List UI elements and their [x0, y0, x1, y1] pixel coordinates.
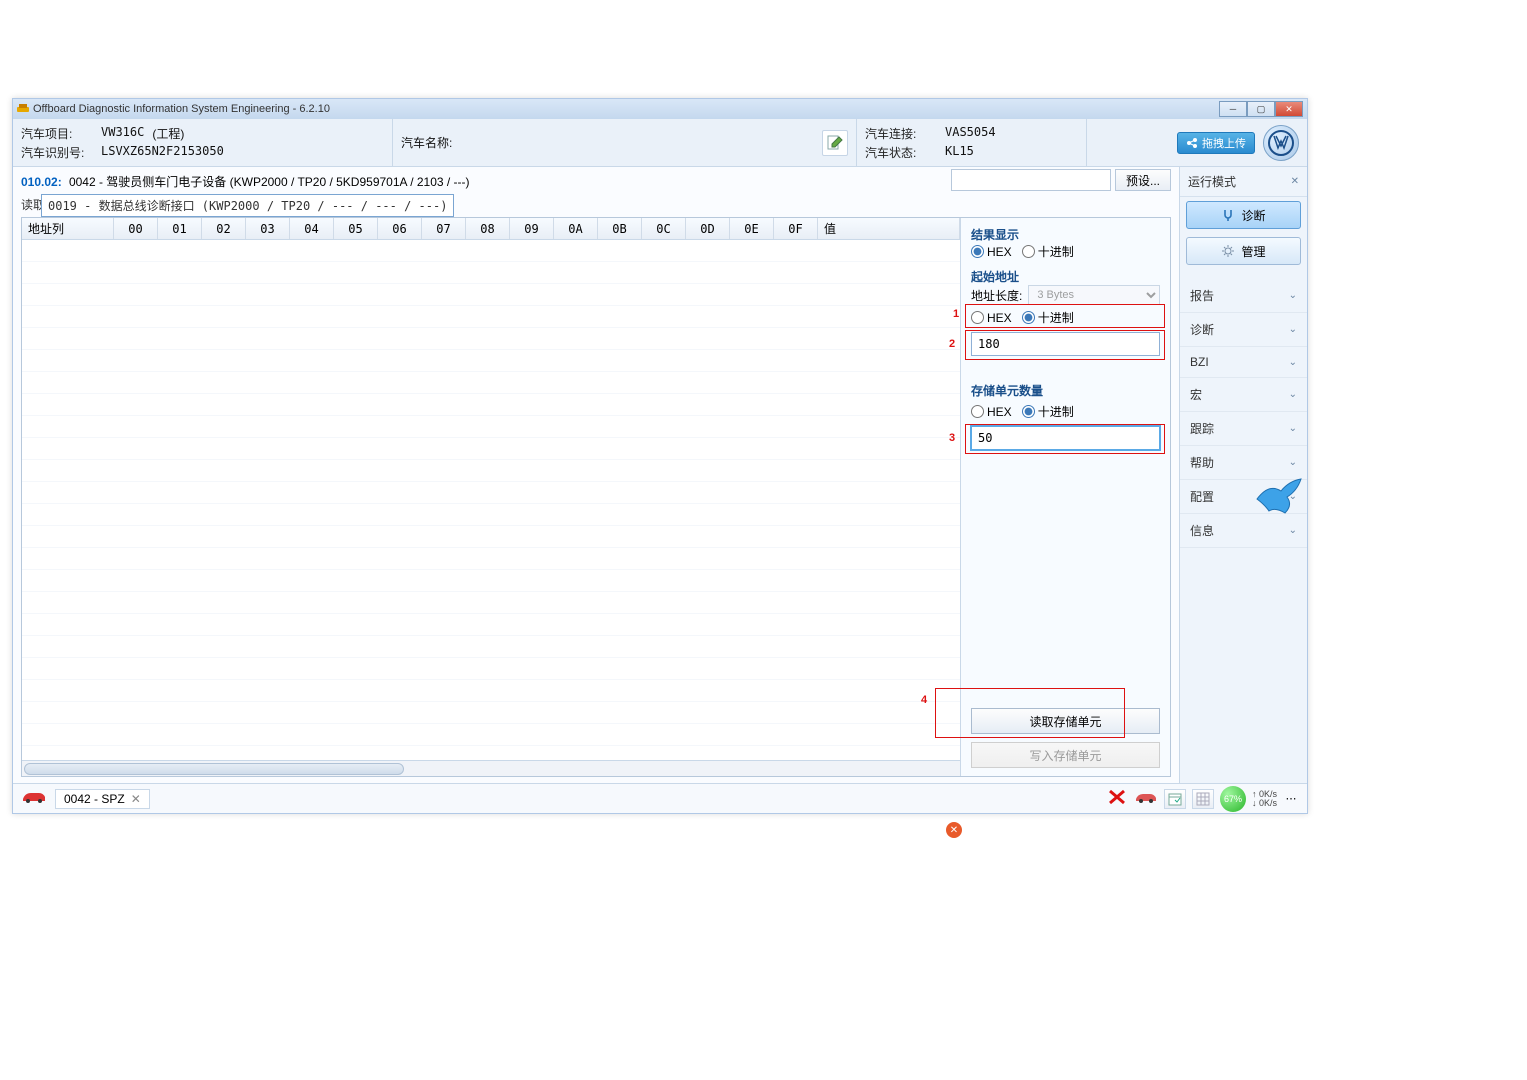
col-04[interactable]: 04	[290, 218, 334, 239]
upload-label: 拖拽上传	[1202, 135, 1246, 151]
col-05[interactable]: 05	[334, 218, 378, 239]
vin-value: LSVXZ65N2F2153050	[101, 144, 224, 161]
result-display-title: 结果显示	[971, 226, 1160, 243]
window-buttons	[1219, 101, 1303, 117]
col-0E[interactable]: 0E	[730, 218, 774, 239]
table-body[interactable]	[22, 240, 960, 760]
col-01[interactable]: 01	[158, 218, 202, 239]
annotation-4: 4	[921, 694, 927, 706]
col-06[interactable]: 06	[378, 218, 422, 239]
addr-length-label: 地址长度:	[971, 287, 1022, 304]
nav-item-trace[interactable]: 跟踪⌄	[1180, 412, 1307, 446]
nav-item-help[interactable]: 帮助⌄	[1180, 446, 1307, 480]
status-grid-icon[interactable]	[1192, 789, 1214, 809]
network-rate: ↑ 0K/s ↓ 0K/s	[1252, 790, 1277, 808]
run-mode-title: 运行模式	[1188, 173, 1236, 190]
col-02[interactable]: 02	[202, 218, 246, 239]
status-percent-badge[interactable]: 67%	[1220, 786, 1246, 812]
header-infobar: 汽车项目: VW316C (工程) 汽车识别号: LSVXZ65N2F21530…	[13, 119, 1307, 167]
preset-combo[interactable]	[951, 169, 1111, 191]
col-08[interactable]: 08	[466, 218, 510, 239]
vw-logo-icon	[1263, 125, 1299, 161]
start-address-title: 起始地址	[971, 268, 1160, 285]
controls-panel: 结果显示 HEX 十进制 起始地址 地址长度: 3 Bytes	[960, 218, 1170, 776]
addr-length-select[interactable]: 3 Bytes	[1028, 285, 1160, 305]
app-icon	[17, 103, 29, 115]
project-suffix: (工程)	[152, 125, 184, 142]
col-07[interactable]: 07	[422, 218, 466, 239]
read-label: 读取 0019 - 数据总线诊断接口 (KWP2000 / TP20 / ---…	[21, 196, 1171, 213]
upload-button[interactable]: 拖拽上传	[1177, 132, 1255, 154]
floating-warning-icon[interactable]: ✕	[946, 822, 962, 838]
title-bar[interactable]: Offboard Diagnostic Information System E…	[13, 99, 1307, 119]
nav-item-macro[interactable]: 宏⌄	[1180, 378, 1307, 412]
annotation-2: 2	[949, 338, 955, 350]
annotation-1: 1	[953, 308, 959, 320]
annotation-3: 3	[949, 432, 955, 444]
content-area: 010.02: 0042 - 驾驶员侧车门电子设备 (KWP2000 / TP2…	[13, 167, 1307, 783]
nav-item-bzi[interactable]: BZI⌄	[1180, 347, 1307, 378]
write-memory-button: 写入存储单元	[971, 742, 1160, 768]
result-dec-radio[interactable]: 十进制	[1022, 243, 1074, 260]
conn-label: 汽车连接:	[865, 125, 937, 142]
project-value: VW316C	[101, 125, 144, 142]
window-title: Offboard Diagnostic Information System E…	[33, 103, 330, 115]
status-error-icon[interactable]	[1106, 787, 1128, 810]
col-00[interactable]: 00	[114, 218, 158, 239]
status-calendar-icon[interactable]	[1164, 789, 1186, 809]
maximize-button[interactable]	[1247, 101, 1275, 117]
status-menu-icon[interactable]: ⋯	[1283, 789, 1299, 809]
state-value: KL15	[945, 144, 974, 161]
project-label: 汽车项目:	[21, 125, 93, 142]
col-0B[interactable]: 0B	[598, 218, 642, 239]
col-0C[interactable]: 0C	[642, 218, 686, 239]
minimize-button[interactable]	[1219, 101, 1247, 117]
col-09[interactable]: 09	[510, 218, 554, 239]
col-0A[interactable]: 0A	[554, 218, 598, 239]
collapse-icon[interactable]: ✕	[1291, 176, 1299, 187]
close-button[interactable]	[1275, 101, 1303, 117]
status-car-icon[interactable]	[1134, 789, 1158, 808]
col-0F[interactable]: 0F	[774, 218, 818, 239]
conn-value: VAS5054	[945, 125, 996, 142]
col-0D[interactable]: 0D	[686, 218, 730, 239]
bottom-bar: 0042 - SPZ ✕ 67% ↑ 0K/s ↓ 0K/s ⋯	[13, 783, 1307, 813]
edit-vehicle-name-button[interactable]	[822, 130, 848, 156]
close-tab-icon[interactable]: ✕	[131, 792, 141, 806]
nav-diagnosis-button[interactable]: 诊断	[1186, 201, 1301, 229]
nav-manage-button[interactable]: 管理	[1186, 237, 1301, 265]
count-dec-radio[interactable]: 十进制	[1022, 403, 1074, 420]
vin-label: 汽车识别号:	[21, 144, 93, 161]
col-value[interactable]: 值	[818, 218, 960, 239]
car-icon	[21, 789, 47, 808]
memory-table: 地址列 00 01 02 03 04 05 06 07 08 09 0A 0B …	[22, 218, 960, 776]
nav-item-diagnosis[interactable]: 诊断⌄	[1180, 313, 1307, 347]
cell-count-title: 存储单元数量	[971, 382, 1160, 399]
app-window: Offboard Diagnostic Information System E…	[12, 98, 1308, 814]
count-hex-radio[interactable]: HEX	[971, 405, 1012, 419]
nav-item-report[interactable]: 报告⌄	[1180, 279, 1307, 313]
horizontal-scrollbar[interactable]	[22, 760, 960, 776]
state-label: 汽车状态:	[865, 144, 937, 161]
result-hex-radio[interactable]: HEX	[971, 245, 1012, 259]
diagnostic-interface-overlay: 0019 - 数据总线诊断接口 (KWP2000 / TP20 / --- / …	[41, 194, 454, 217]
bottom-tab[interactable]: 0042 - SPZ ✕	[55, 789, 150, 809]
col-03[interactable]: 03	[246, 218, 290, 239]
col-address[interactable]: 地址列	[22, 218, 114, 239]
right-nav-sidebar: 运行模式 ✕ 诊断 管理 报告⌄ 诊断⌄ BZI⌄ 宏⌄ 跟踪⌄ 帮助⌄ 配置⌄…	[1179, 167, 1307, 783]
bird-overlay-icon	[1255, 477, 1303, 522]
vehicle-name-label: 汽车名称:	[401, 134, 452, 151]
preset-button[interactable]: 预设...	[1115, 169, 1171, 191]
